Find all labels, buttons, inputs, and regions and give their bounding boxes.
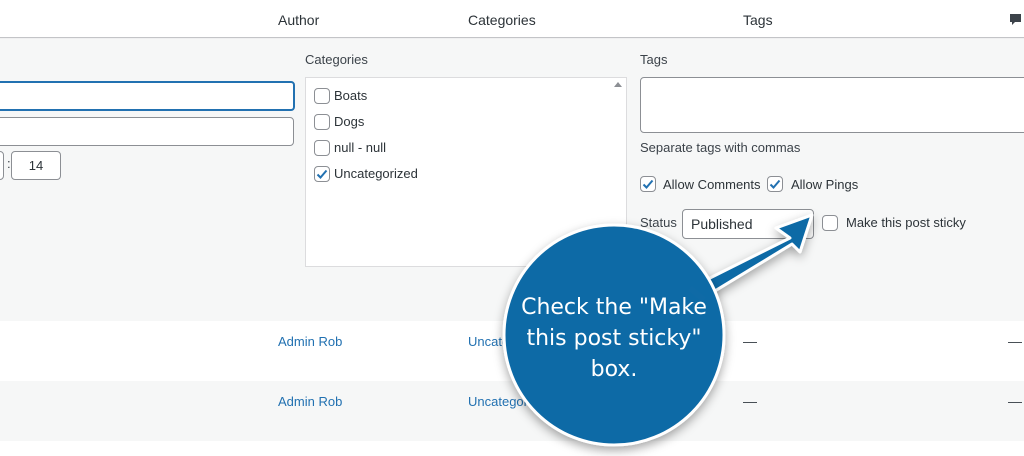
callout-line-2: this post sticky" — [526, 326, 702, 351]
author-link[interactable]: Admin Rob — [278, 334, 342, 349]
category-checkbox-boats[interactable] — [314, 88, 330, 104]
status-select[interactable]: Published — [682, 209, 814, 239]
category-link[interactable]: Uncategorized — [468, 394, 552, 409]
comments-empty: — — [1008, 333, 1022, 349]
status-label: Status — [640, 215, 677, 230]
category-label-uncategorized[interactable]: Uncategorized — [334, 166, 418, 181]
table-row: Admin Rob Uncategorized — — — [0, 381, 1024, 441]
category-label-null[interactable]: null - null — [334, 140, 386, 155]
categories-label: Categories — [305, 52, 368, 67]
category-checkbox-uncategorized[interactable] — [314, 166, 330, 182]
tags-hint: Separate tags with commas — [640, 140, 801, 155]
status-value: Published — [691, 216, 753, 232]
allow-pings-label[interactable]: Allow Pings — [791, 177, 858, 192]
quick-edit-panel: : 14 Categories Boats Dogs null - null U… — [0, 39, 1024, 321]
tags-label: Tags — [640, 52, 668, 67]
category-label-boats[interactable]: Boats — [334, 88, 367, 103]
author-link[interactable]: Admin Rob — [278, 394, 342, 409]
slug-input[interactable] — [0, 117, 294, 146]
chevron-down-icon — [795, 221, 805, 228]
column-header-author[interactable]: Author — [278, 12, 319, 28]
column-header-categories[interactable]: Categories — [468, 12, 536, 28]
make-sticky-label[interactable]: Make this post sticky — [846, 215, 966, 230]
allow-comments-checkbox[interactable] — [640, 176, 656, 192]
allow-comments-label[interactable]: Allow Comments — [663, 177, 761, 192]
minute-input[interactable]: 14 — [11, 151, 61, 180]
category-checkbox-null[interactable] — [314, 140, 330, 156]
table-row — [0, 441, 1024, 456]
make-sticky-checkbox[interactable] — [822, 215, 838, 231]
tags-textarea[interactable] — [640, 77, 1024, 133]
title-input[interactable] — [0, 81, 295, 111]
column-header-tags[interactable]: Tags — [743, 12, 773, 28]
checkmark-icon — [316, 169, 328, 179]
checkmark-icon — [642, 179, 654, 189]
callout-line-3: box. — [590, 357, 638, 382]
tags-empty: — — [743, 333, 757, 349]
table-header: Author Categories Tags — [0, 0, 1024, 38]
categories-checklist[interactable]: Boats Dogs null - null Uncategorized — [305, 77, 627, 267]
callout-line-1: Check the "Make — [521, 295, 707, 320]
comments-empty: — — [1008, 393, 1022, 409]
category-checkbox-dogs[interactable] — [314, 114, 330, 130]
comment-icon[interactable] — [1008, 12, 1024, 28]
category-label-dogs[interactable]: Dogs — [334, 114, 364, 129]
callout-text: Check the "Make this post sticky" box. — [507, 292, 721, 385]
hour-input[interactable] — [0, 151, 4, 180]
scroll-up-arrow-icon[interactable] — [614, 82, 622, 87]
allow-pings-checkbox[interactable] — [767, 176, 783, 192]
tags-empty: — — [743, 393, 757, 409]
checkmark-icon — [769, 179, 781, 189]
